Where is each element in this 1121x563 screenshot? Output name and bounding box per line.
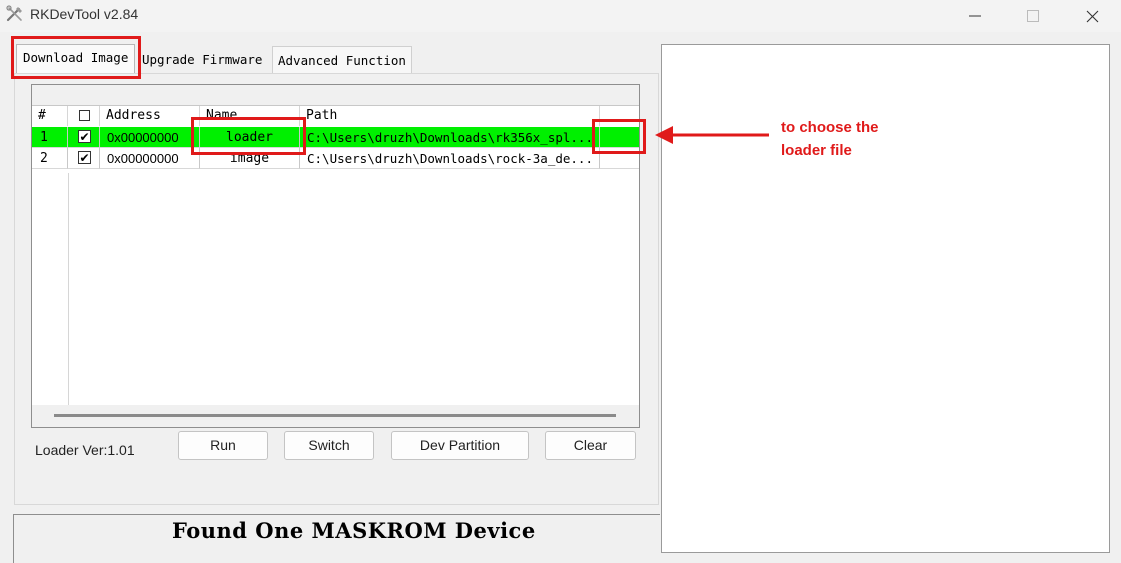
switch-button[interactable]: Switch [284, 431, 374, 460]
title-bar: RKDevTool v2.84 [0, 0, 1121, 32]
header-check[interactable] [68, 106, 100, 126]
highlight-tab-box [11, 36, 141, 79]
header-number[interactable]: # [32, 106, 68, 126]
scrollbar-thumb[interactable] [54, 414, 616, 417]
row-address[interactable]: 0x00000000 [100, 148, 200, 169]
dev-partition-button[interactable]: Dev Partition [391, 431, 529, 460]
table-row[interactable]: 1 ✔ 0x00000000 loader C:\Users\druzh\Dow… [32, 127, 639, 148]
status-bar: Found One MASKROM Device [13, 514, 660, 563]
row-path[interactable]: C:\Users\druzh\Downloads\rock-3a_de... [300, 148, 600, 169]
row-checkbox[interactable]: ✔ [68, 127, 100, 148]
horizontal-scrollbar[interactable] [32, 405, 639, 427]
column-divider [68, 173, 69, 423]
row-address[interactable]: 0x00000000 [100, 127, 200, 148]
minimize-button[interactable] [955, 3, 995, 29]
checkbox-icon: ✔ [78, 130, 91, 144]
status-message: Found One MASKROM Device [172, 518, 536, 543]
checkbox-icon: ✔ [78, 151, 91, 165]
image-list[interactable]: # Address Name Path 1 ✔ 0x00000000 loade… [31, 84, 640, 428]
arrow-left-icon [655, 126, 769, 144]
tools-icon [6, 5, 22, 22]
clear-button[interactable]: Clear [545, 431, 636, 460]
annotation-text: to choose the loader file [781, 116, 879, 162]
row-path[interactable]: C:\Users\druzh\Downloads\rk356x_spl... [300, 127, 600, 148]
highlight-name-box [191, 117, 306, 155]
close-icon [1086, 10, 1098, 22]
header-address[interactable]: Address [100, 106, 200, 126]
highlight-browse-box [592, 119, 646, 154]
maximize-button[interactable] [1013, 3, 1053, 29]
annotation-line-2: loader file [781, 142, 852, 159]
list-header: # Address Name Path [32, 106, 639, 126]
checkbox-icon [79, 110, 90, 121]
list-top-strip [32, 85, 639, 106]
loader-version: Loader Ver:1.01 [35, 442, 135, 458]
close-button[interactable] [1072, 3, 1112, 29]
run-button[interactable]: Run [178, 431, 268, 460]
annotation-line-1: to choose the [781, 119, 879, 136]
tab-advanced-function[interactable]: Advanced Function [272, 46, 412, 75]
row-checkbox[interactable]: ✔ [68, 148, 100, 169]
tab-upgrade-firmware[interactable]: Upgrade Firmware [140, 46, 264, 74]
minimize-icon [969, 15, 981, 17]
row-number: 2 [32, 148, 68, 169]
row-number: 1 [32, 127, 68, 148]
window-title: RKDevTool v2.84 [30, 6, 139, 22]
log-pane[interactable] [661, 44, 1110, 553]
maximize-icon [1027, 10, 1039, 22]
header-path[interactable]: Path [300, 106, 600, 126]
table-row[interactable]: 2 ✔ 0x00000000 image C:\Users\druzh\Down… [32, 148, 639, 169]
